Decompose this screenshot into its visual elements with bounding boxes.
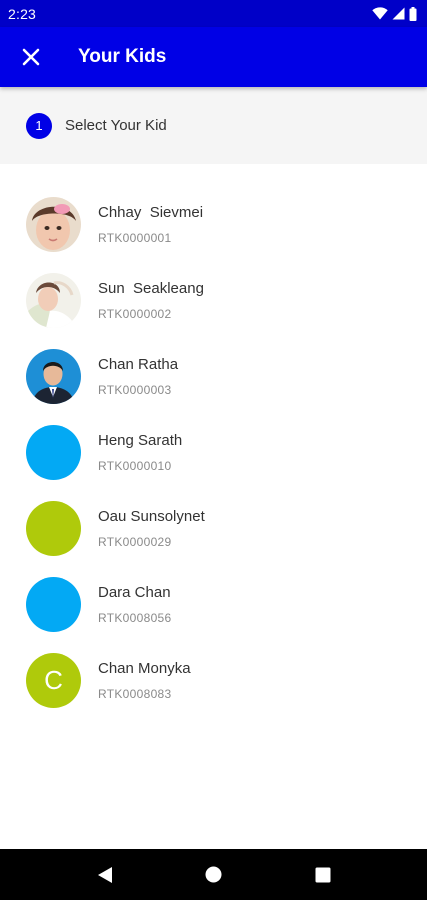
back-button[interactable] — [85, 855, 125, 895]
kid-name: Chhay Sievmei — [98, 203, 204, 221]
step-label: Select Your Kid — [65, 117, 167, 134]
kid-avatar-placeholder — [26, 424, 81, 480]
app-bar: Your Kids — [0, 27, 427, 87]
status-icons — [372, 6, 417, 21]
kid-list: Chhay Sievmei RTK0000001 Sun Seakleang R… — [0, 186, 427, 718]
recents-button[interactable] — [303, 855, 343, 895]
step-number-badge: 1 — [26, 112, 52, 139]
home-icon — [205, 866, 222, 883]
kid-item-0[interactable]: Chhay Sievmei RTK0000001 — [0, 186, 427, 262]
battery-icon — [409, 6, 417, 21]
status-bar: 2:23 — [0, 0, 427, 27]
kid-name: Chan Ratha — [98, 355, 179, 373]
wifi-icon — [372, 7, 388, 20]
kid-avatar-photo — [26, 272, 81, 328]
kid-id: RTK0008056 — [98, 610, 172, 625]
kid-id: RTK0000029 — [98, 534, 172, 549]
kid-id: RTK0000003 — [98, 382, 172, 397]
step-header: 1 Select Your Kid — [0, 87, 427, 164]
kid-avatar-letter: C — [44, 664, 63, 695]
kid-id: RTK0000010 — [98, 458, 172, 473]
kid-item-5[interactable]: Dara Chan RTK0008056 — [0, 566, 427, 642]
kid-name: Dara Chan — [98, 583, 171, 601]
close-icon — [22, 48, 40, 66]
close-button[interactable] — [0, 27, 62, 87]
signal-icon — [392, 7, 405, 20]
kid-avatar-photo — [26, 348, 81, 404]
back-icon — [97, 866, 112, 883]
kid-name: Oau Sunsolynet — [98, 507, 205, 525]
recents-icon — [315, 867, 330, 882]
kid-name: Heng Sarath — [98, 431, 183, 449]
navigation-bar — [0, 849, 427, 900]
kid-item-3[interactable]: Heng Sarath RTK0000010 — [0, 414, 427, 490]
kid-item-2[interactable]: Chan Ratha RTK0000003 — [0, 338, 427, 414]
home-button[interactable] — [194, 855, 234, 895]
kid-id: RTK0000002 — [98, 306, 172, 321]
kid-id: RTK0008083 — [98, 686, 172, 701]
kid-id: RTK0000001 — [98, 230, 172, 245]
kid-item-4[interactable]: Oau Sunsolynet RTK0000029 — [0, 490, 427, 566]
status-time: 2:23 — [8, 5, 37, 22]
kid-name: Sun Seakleang — [98, 279, 204, 297]
page-title: Your Kids — [78, 46, 167, 67]
kid-avatar-photo — [26, 196, 81, 252]
kid-name: Chan Monyka — [98, 659, 191, 677]
kids-screen: 2:23 Your Kids 1 Select Your Kid Chhay S… — [0, 0, 427, 900]
kid-avatar-placeholder — [26, 576, 81, 632]
kid-avatar-placeholder — [26, 500, 81, 556]
kid-item-1[interactable]: Sun Seakleang RTK0000002 — [0, 262, 427, 338]
kid-avatar-placeholder: C — [26, 652, 81, 708]
kid-item-6[interactable]: C Chan Monyka RTK0008083 — [0, 642, 427, 718]
